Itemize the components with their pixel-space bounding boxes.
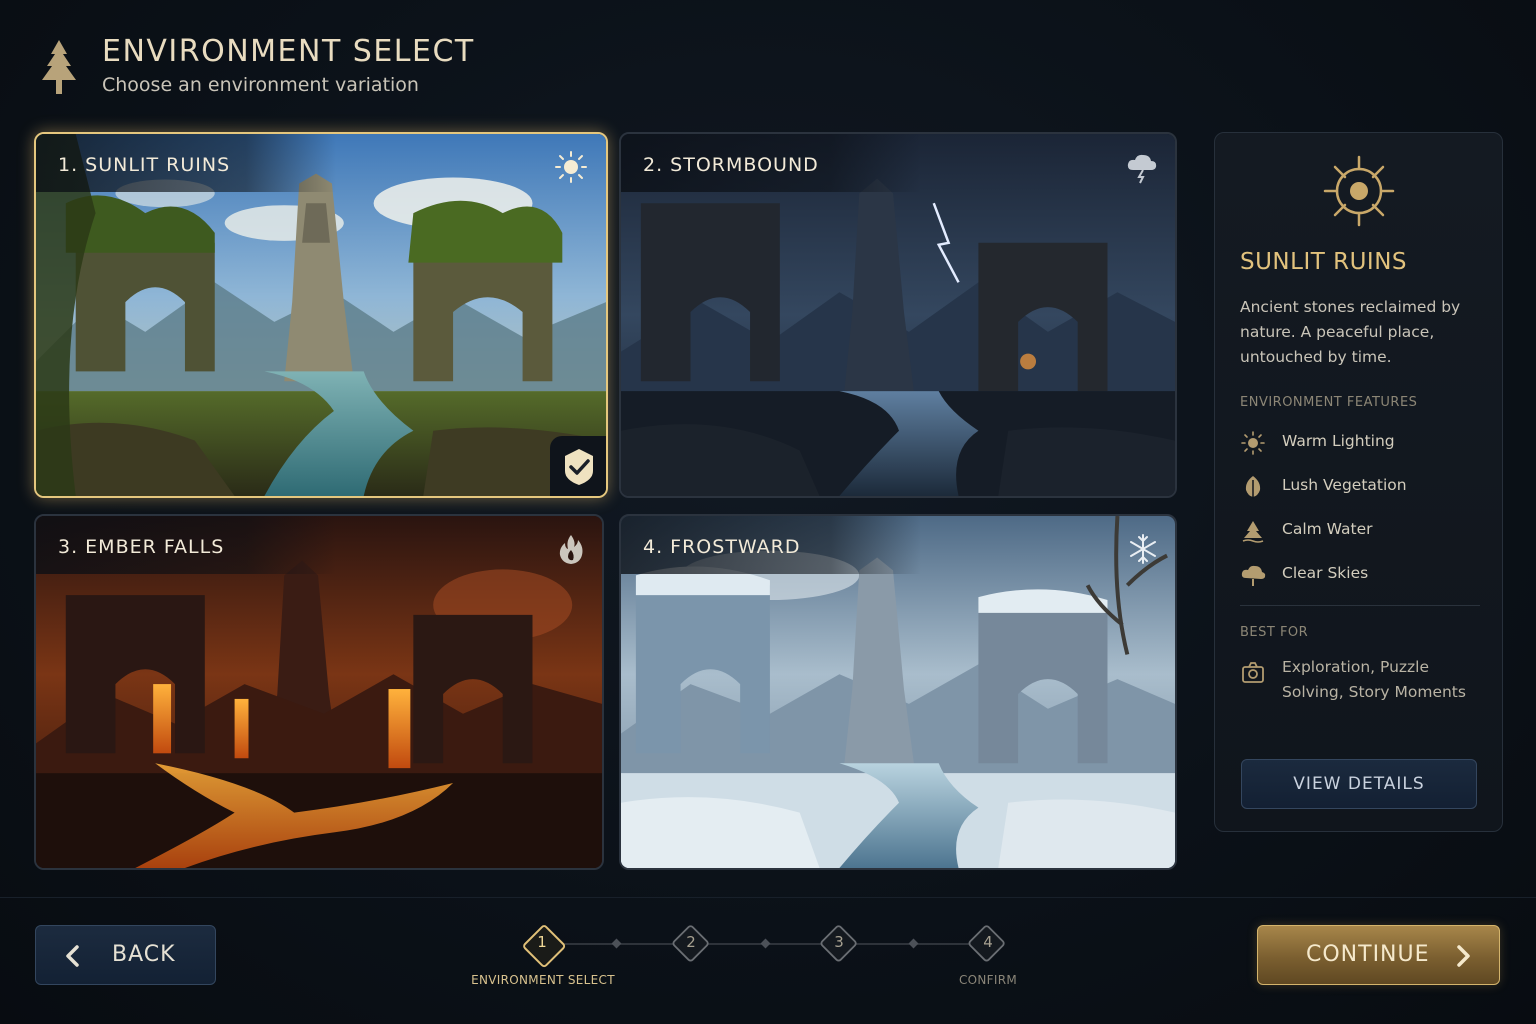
card-title: 4. FROSTWARD [643,536,801,558]
compass-emblem-icon [1323,155,1395,227]
back-button[interactable]: BACK [35,925,216,985]
water-icon [1242,521,1264,543]
feature-label: Warm Lighting [1282,432,1395,450]
sun-icon [1241,431,1265,455]
leaf-icon [1245,476,1261,499]
environment-card-frostward[interactable]: 4. FROSTWARD [619,514,1177,870]
footer-divider [0,897,1536,898]
features-heading: ENVIRONMENT FEATURES [1240,395,1418,410]
pine-tree-icon [42,40,76,94]
best-for-heading: BEST FOR [1240,625,1309,640]
view-details-button[interactable]: VIEW DETAILS [1241,759,1477,809]
continue-button-label: CONTINUE [1306,942,1430,967]
feature-item: Clear Skies [1240,561,1480,587]
step-4-label: CONFIRM [958,973,1018,987]
page-subtitle: Choose an environment variation [102,74,419,96]
snowflake-icon [1130,534,1156,564]
back-button-label: BACK [112,942,176,967]
step-1: 1 [537,933,547,951]
panel-divider [1240,605,1480,606]
panel-title: SUNLIT RUINS [1240,249,1407,275]
environment-card-stormbound[interactable]: 2. STORMBOUND [619,132,1177,498]
storm-cloud-icon [1127,154,1157,184]
chevron-left-icon [66,945,79,967]
step-3: 3 [834,933,844,951]
chevron-right-icon [1457,945,1470,967]
page-title: ENVIRONMENT SELECT [102,34,475,69]
continue-button[interactable]: CONTINUE [1257,925,1500,985]
environment-card-sunlit-ruins[interactable]: 1. SUNLIT RUINS [34,132,608,498]
cloud-icon [1241,565,1266,586]
step-1-label: ENVIRONMENT SELECT [471,973,615,987]
feature-item: Calm Water [1240,517,1480,543]
sun-icon [555,151,587,183]
feature-label: Clear Skies [1282,564,1369,582]
page-header: ENVIRONMENT SELECT Choose an environment… [36,34,636,104]
feature-item: Warm Lighting [1240,429,1480,455]
environment-info-panel: SUNLIT RUINS Ancient stones reclaimed by… [1214,132,1503,832]
environment-card-ember-falls[interactable]: 3. EMBER FALLS [34,514,604,870]
card-title: 3. EMBER FALLS [58,536,225,558]
card-title: 1. SUNLIT RUINS [58,154,231,176]
flame-icon [559,535,583,564]
feature-label: Calm Water [1282,520,1373,538]
checkmark-icon [565,449,593,485]
panel-description: Ancient stones reclaimed by nature. A pe… [1240,298,1461,366]
step-4: 4 [983,933,993,951]
step-2: 2 [686,933,696,951]
feature-label: Lush Vegetation [1282,476,1407,494]
progress-stepper: 1 2 3 4 ENVIRONMENT SELECT CONFIRM [470,920,1030,1000]
card-title: 2. STORMBOUND [643,154,819,176]
best-for-text: Exploration, Puzzle Solving, Story Momen… [1282,658,1466,701]
selected-badge [550,436,606,496]
feature-item: Lush Vegetation [1240,473,1480,499]
camera-icon [1242,662,1264,683]
